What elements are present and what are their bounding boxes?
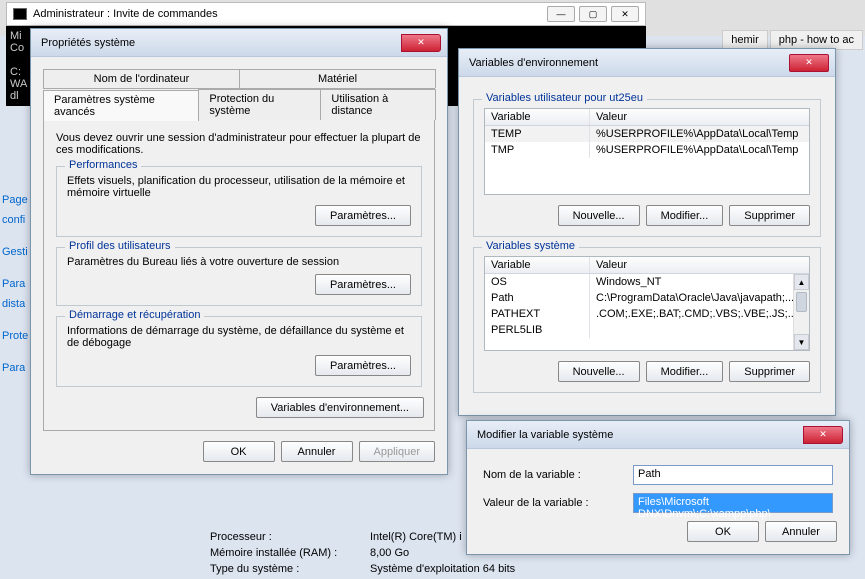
bg-link: confi (0, 210, 34, 230)
system-properties-dialog: Propriétés système ✕ Nom de l'ordinateur… (30, 28, 448, 475)
col-header-variable[interactable]: Variable (485, 257, 590, 273)
group-title: Démarrage et récupération (65, 309, 204, 321)
admin-note: Vous devez ouvrir une session d'administ… (56, 132, 422, 156)
tab-computer-name[interactable]: Nom de l'ordinateur (43, 69, 240, 88)
cell-var: Path (485, 290, 590, 306)
user-delete-button[interactable]: Supprimer (729, 205, 810, 226)
profiles-settings-button[interactable]: Paramètres... (315, 274, 411, 295)
sysinfo-label: Mémoire installée (RAM) : (210, 547, 370, 559)
close-button[interactable]: ✕ (401, 34, 441, 52)
scroll-up-icon[interactable]: ▲ (794, 274, 809, 290)
bg-link: Page (0, 190, 34, 210)
table-row[interactable]: PERL5LIB (485, 322, 809, 338)
group-title: Performances (65, 159, 141, 171)
bg-link: dista (0, 294, 34, 314)
scrollbar[interactable]: ▲ ▼ (793, 274, 809, 350)
cell-val: %USERPROFILE%\AppData\Local\Temp (590, 142, 809, 158)
bg-link: Prote (0, 326, 34, 346)
table-row[interactable]: TEMP %USERPROFILE%\AppData\Local\Temp (485, 126, 809, 142)
ok-button[interactable]: OK (203, 441, 275, 462)
scroll-thumb[interactable] (796, 292, 807, 312)
table-row[interactable]: OS Windows_NT (485, 274, 809, 290)
bg-tab: php - how to ac (770, 30, 863, 50)
sysinfo-label: Processeur : (210, 531, 370, 543)
cancel-button[interactable]: Annuler (765, 521, 837, 542)
bg-link: Para (0, 274, 34, 294)
edit-variable-dialog: Modifier la variable système ✕ Nom de la… (466, 420, 850, 555)
cell-val (590, 322, 809, 338)
dialog-title: Modifier la variable système (473, 429, 803, 441)
cmd-icon (13, 8, 27, 20)
bg-link: Para (0, 358, 34, 378)
user-edit-button[interactable]: Modifier... (646, 205, 724, 226)
table-row[interactable]: Path C:\ProgramData\Oracle\Java\javapath… (485, 290, 809, 306)
bg-link: Gesti (0, 242, 34, 262)
startup-settings-button[interactable]: Paramètres... (315, 355, 411, 376)
dialog-title: Variables d'environnement (465, 57, 789, 69)
cell-val: .COM;.EXE;.BAT;.CMD;.VBS;.VBE;.JS;... (590, 306, 809, 322)
tab-hardware[interactable]: Matériel (239, 69, 436, 88)
user-vars-table[interactable]: Variable Valeur TEMP %USERPROFILE%\AppDa… (484, 108, 810, 195)
variable-name-input[interactable]: Path (633, 465, 833, 485)
user-new-button[interactable]: Nouvelle... (558, 205, 640, 226)
group-desc: Paramètres du Bureau liés à votre ouvert… (67, 256, 411, 268)
cell-var: TEMP (485, 126, 590, 142)
cell-val: %USERPROFILE%\AppData\Local\Temp (590, 126, 809, 142)
sys-new-button[interactable]: Nouvelle... (558, 361, 640, 382)
variable-value-label: Valeur de la variable : (483, 497, 623, 509)
col-header-value[interactable]: Valeur (590, 109, 809, 125)
cancel-button[interactable]: Annuler (281, 441, 353, 462)
sys-delete-button[interactable]: Supprimer (729, 361, 810, 382)
close-button[interactable]: ✕ (611, 6, 639, 22)
cmd-title: Administrateur : Invite de commandes (33, 8, 218, 20)
system-vars-table[interactable]: Variable Valeur OS Windows_NT Path C:\Pr… (484, 256, 810, 351)
sysinfo-value: 8,00 Go (370, 547, 409, 559)
col-header-variable[interactable]: Variable (485, 109, 590, 125)
cell-var: PATHEXT (485, 306, 590, 322)
apply-button[interactable]: Appliquer (359, 441, 435, 462)
tab-protection[interactable]: Protection du système (198, 89, 321, 120)
table-row[interactable]: PATHEXT .COM;.EXE;.BAT;.CMD;.VBS;.VBE;.J… (485, 306, 809, 322)
system-vars-label: Variables système (482, 240, 579, 252)
sys-edit-button[interactable]: Modifier... (646, 361, 724, 382)
cell-var: TMP (485, 142, 590, 158)
cell-val: C:\ProgramData\Oracle\Java\javapath;... (590, 290, 809, 306)
group-desc: Informations de démarrage du système, de… (67, 325, 411, 349)
cell-val: Windows_NT (590, 274, 809, 290)
cell-var: OS (485, 274, 590, 290)
col-header-value[interactable]: Valeur (590, 257, 809, 273)
dialog-title: Propriétés système (37, 37, 401, 49)
close-button[interactable]: ✕ (803, 426, 843, 444)
performance-settings-button[interactable]: Paramètres... (315, 205, 411, 226)
sysinfo-value: Système d'exploitation 64 bits (370, 563, 515, 575)
environment-variables-dialog: Variables d'environnement ✕ Variables ut… (458, 48, 836, 416)
sysinfo-label: Type du système : (210, 563, 370, 575)
group-desc: Effets visuels, planification du process… (67, 175, 411, 199)
maximize-button[interactable]: ▢ (579, 6, 607, 22)
close-button[interactable]: ✕ (789, 54, 829, 72)
variable-name-label: Nom de la variable : (483, 469, 623, 481)
group-title: Profil des utilisateurs (65, 240, 175, 252)
cell-var: PERL5LIB (485, 322, 590, 338)
bg-tab: hemir (722, 30, 768, 50)
environment-variables-button[interactable]: Variables d'environnement... (256, 397, 424, 418)
sysinfo-value: Intel(R) Core(TM) i (370, 531, 462, 543)
minimize-button[interactable]: — (547, 6, 575, 22)
variable-value-input[interactable]: Files\Microsoft DNX\Dnvm\;C:\xampp\php\ (633, 493, 833, 513)
tab-remote[interactable]: Utilisation à distance (320, 89, 436, 120)
table-row[interactable]: TMP %USERPROFILE%\AppData\Local\Temp (485, 142, 809, 158)
scroll-down-icon[interactable]: ▼ (794, 334, 809, 350)
ok-button[interactable]: OK (687, 521, 759, 542)
user-vars-label: Variables utilisateur pour ut25eu (482, 92, 647, 104)
tab-advanced[interactable]: Paramètres système avancés (43, 90, 199, 121)
